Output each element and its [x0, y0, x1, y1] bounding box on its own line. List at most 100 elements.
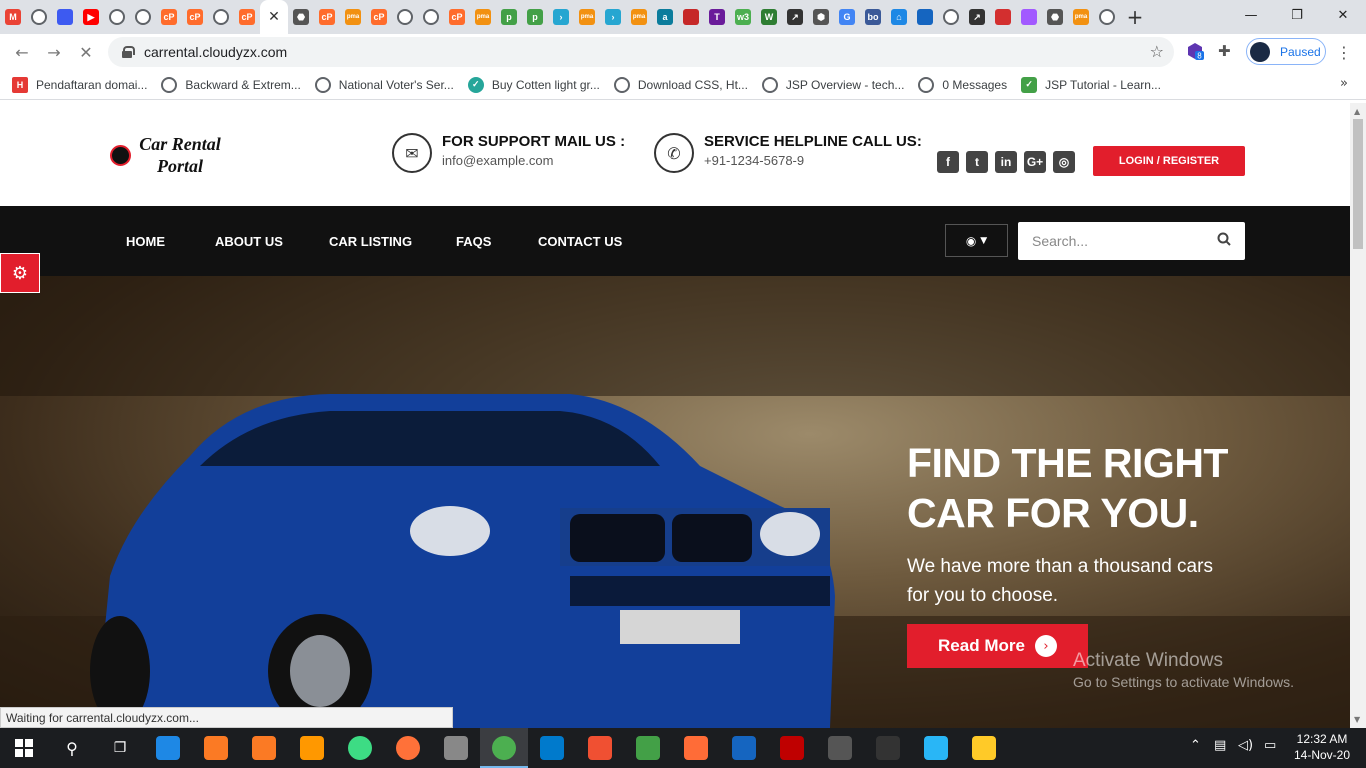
taskbar-app[interactable]: [768, 728, 816, 768]
bookmark-item[interactable]: Backward & Extrem...: [161, 73, 301, 97]
taskbar-app[interactable]: [720, 728, 768, 768]
browser-tab[interactable]: [130, 0, 156, 34]
browser-tab[interactable]: [990, 0, 1016, 34]
browser-tab[interactable]: [104, 0, 130, 34]
taskbar-app[interactable]: [288, 728, 336, 768]
close-window-button[interactable]: ✕: [1320, 0, 1366, 30]
browser-tab[interactable]: cP: [444, 0, 470, 34]
new-tab-button[interactable]: +: [1120, 0, 1150, 34]
profile-button[interactable]: Paused: [1246, 38, 1326, 65]
facebook-icon[interactable]: f: [937, 151, 959, 173]
nav-link-about-us[interactable]: ABOUT US: [215, 234, 283, 249]
browser-tab[interactable]: cP: [234, 0, 260, 34]
browser-tab[interactable]: ▶: [78, 0, 104, 34]
login-register-button[interactable]: LOGIN / REGISTER: [1093, 146, 1245, 176]
page-scrollbar[interactable]: ▲ ▼: [1350, 103, 1366, 728]
browser-tab[interactable]: T: [704, 0, 730, 34]
browser-tab[interactable]: ›: [600, 0, 626, 34]
browser-tab[interactable]: pma: [470, 0, 496, 34]
browser-tab[interactable]: cP: [314, 0, 340, 34]
browser-tab[interactable]: [938, 0, 964, 34]
browser-tab[interactable]: cP: [182, 0, 208, 34]
linkedin-icon[interactable]: in: [995, 151, 1017, 173]
taskbar-app[interactable]: [672, 728, 720, 768]
browser-tab[interactable]: M: [0, 0, 26, 34]
close-tab-icon[interactable]: ✕: [268, 9, 280, 25]
taskbar-app[interactable]: [384, 728, 432, 768]
url-text[interactable]: carrental.cloudyzx.com: [144, 44, 287, 60]
browser-tab[interactable]: cP: [366, 0, 392, 34]
browser-tab[interactable]: ›: [548, 0, 574, 34]
browser-tab[interactable]: [1094, 0, 1120, 34]
nav-link-faqs[interactable]: FAQS: [456, 234, 491, 249]
scroll-thumb[interactable]: [1353, 119, 1363, 249]
read-more-button[interactable]: Read More ›: [907, 624, 1088, 668]
search-icon[interactable]: [1217, 232, 1231, 246]
browser-tab[interactable]: ⬣: [1042, 0, 1068, 34]
bookmark-item[interactable]: JSP Overview - tech...: [761, 73, 904, 97]
extension-badge-icon[interactable]: 8: [1186, 42, 1204, 60]
browser-tab[interactable]: ⬢: [808, 0, 834, 34]
taskbar-app[interactable]: [432, 728, 480, 768]
search-icon[interactable]: ⚲: [48, 728, 96, 768]
browser-tab[interactable]: [1016, 0, 1042, 34]
bookmark-item[interactable]: National Voter's Ser...: [314, 73, 454, 97]
browser-tab[interactable]: ↗: [782, 0, 808, 34]
browser-tab[interactable]: [26, 0, 52, 34]
people-icon[interactable]: ⌃: [1190, 738, 1201, 753]
browser-tab[interactable]: w3: [730, 0, 756, 34]
extensions-puzzle-icon[interactable]: ✚: [1218, 42, 1231, 60]
site-logo[interactable]: Car Rental Portal: [130, 133, 230, 177]
instagram-icon[interactable]: ◎: [1053, 151, 1075, 173]
browser-tab[interactable]: [678, 0, 704, 34]
bookmark-item[interactable]: ✓ JSP Tutorial - Learn...: [1021, 73, 1161, 97]
browser-tab[interactable]: G: [834, 0, 860, 34]
stop-loading-button[interactable]: ✕: [70, 36, 102, 68]
taskbar-app[interactable]: [960, 728, 1008, 768]
taskbar-app[interactable]: [576, 728, 624, 768]
maximize-button[interactable]: ❐: [1274, 0, 1320, 30]
taskbar-app[interactable]: [912, 728, 960, 768]
browser-tab[interactable]: W: [756, 0, 782, 34]
browser-tab[interactable]: pma: [340, 0, 366, 34]
taskbar-app[interactable]: [336, 728, 384, 768]
browser-tab[interactable]: [912, 0, 938, 34]
settings-gear-icon[interactable]: ⚙: [0, 253, 40, 293]
browser-tab[interactable]: [52, 0, 78, 34]
bookmark-star-icon[interactable]: ☆: [1150, 42, 1164, 61]
forward-button[interactable]: →: [38, 36, 70, 68]
helpline-number[interactable]: +91-1234-5678-9: [704, 153, 804, 168]
browser-tab[interactable]: p: [496, 0, 522, 34]
scroll-down-icon[interactable]: ▼: [1354, 715, 1360, 724]
browser-tab[interactable]: p: [522, 0, 548, 34]
scroll-up-icon[interactable]: ▲: [1354, 107, 1360, 116]
user-menu-button[interactable]: ◉ ▼: [945, 224, 1008, 257]
volume-icon[interactable]: ◁): [1238, 738, 1253, 753]
task-view-icon[interactable]: ❐: [96, 728, 144, 768]
browser-tab[interactable]: a: [652, 0, 678, 34]
browser-tab[interactable]: [208, 0, 234, 34]
browser-tab[interactable]: [418, 0, 444, 34]
taskbar-app[interactable]: [816, 728, 864, 768]
bookmark-item[interactable]: Download CSS, Ht...: [613, 73, 748, 97]
taskbar-app[interactable]: [864, 728, 912, 768]
network-icon[interactable]: ▤: [1214, 738, 1226, 753]
browser-tab[interactable]: ⌂: [886, 0, 912, 34]
taskbar-app[interactable]: [528, 728, 576, 768]
browser-tab[interactable]: [392, 0, 418, 34]
notifications-icon[interactable]: ▭: [1264, 738, 1276, 753]
taskbar-app[interactable]: [144, 728, 192, 768]
back-button[interactable]: ←: [6, 36, 38, 68]
taskbar-app[interactable]: [624, 728, 672, 768]
browser-tab[interactable]: bo: [860, 0, 886, 34]
taskbar-app[interactable]: [192, 728, 240, 768]
taskbar-app[interactable]: [240, 728, 288, 768]
twitter-icon[interactable]: t: [966, 151, 988, 173]
address-bar[interactable]: carrental.cloudyzx.com ☆: [108, 37, 1174, 67]
more-bookmarks-icon[interactable]: »: [1340, 76, 1348, 91]
taskbar-app[interactable]: [480, 728, 528, 768]
system-clock[interactable]: 12:32 AM 14-Nov-20: [1294, 731, 1350, 763]
nav-link-car-listing[interactable]: CAR LISTING: [329, 234, 412, 249]
nav-link-contact-us[interactable]: CONTACT US: [538, 234, 622, 249]
bookmark-item[interactable]: ✓ Buy Cotten light gr...: [467, 73, 600, 97]
